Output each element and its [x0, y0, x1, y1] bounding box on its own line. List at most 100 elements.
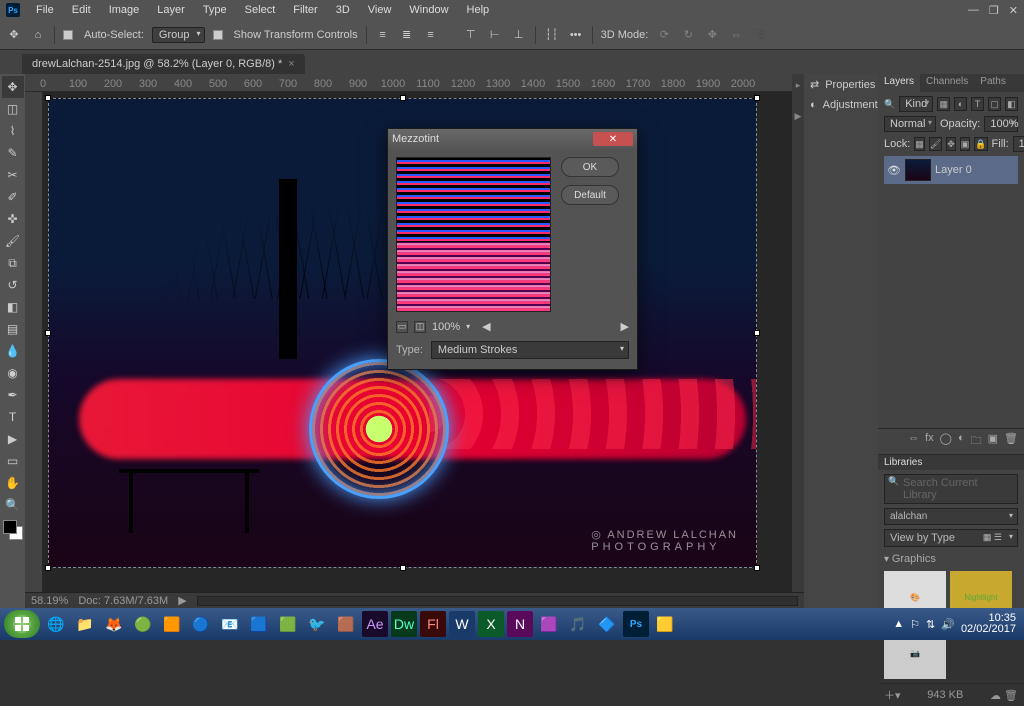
- taskbar-app[interactable]: 🟫: [333, 611, 359, 637]
- zoom-tool[interactable]: 🔍: [2, 494, 24, 516]
- pen-tool[interactable]: ✒: [2, 384, 24, 406]
- window-restore-icon[interactable]: ❐: [989, 4, 999, 17]
- menu-layer[interactable]: Layer: [149, 2, 193, 18]
- zoom-value[interactable]: 58.19%: [31, 595, 68, 607]
- zoom-out-button[interactable]: ▭: [396, 321, 408, 333]
- preview-next-icon[interactable]: ▶: [621, 320, 629, 333]
- color-swatch[interactable]: [3, 520, 23, 540]
- horizontal-scrollbar[interactable]: [197, 596, 798, 606]
- fill-field[interactable]: 100%: [1013, 136, 1024, 152]
- visibility-icon[interactable]: 👁: [887, 164, 901, 177]
- lock-transparency-icon[interactable]: ▦: [914, 137, 925, 151]
- filter-smart-icon[interactable]: ◧: [1005, 97, 1018, 111]
- layer-thumbnail[interactable]: [905, 159, 931, 181]
- zoom-fit-button[interactable]: ◫: [414, 321, 426, 333]
- eraser-tool[interactable]: ◧: [2, 296, 24, 318]
- taskbar-app[interactable]: 🐦: [304, 611, 330, 637]
- taskbar-app[interactable]: 🔷: [594, 611, 620, 637]
- layer-name[interactable]: Layer 0: [935, 164, 972, 176]
- library-group-label[interactable]: Graphics: [892, 553, 936, 565]
- library-select-dropdown[interactable]: alalchan: [884, 508, 1018, 525]
- tab-channels[interactable]: Channels: [920, 74, 974, 92]
- blend-mode-dropdown[interactable]: Normal: [884, 116, 936, 132]
- transform-handle[interactable]: [45, 95, 51, 101]
- tray-up-icon[interactable]: ▲: [893, 618, 904, 630]
- menu-view[interactable]: View: [360, 2, 400, 18]
- align-middle-icon[interactable]: ⊢: [487, 27, 503, 43]
- system-clock[interactable]: 10:35 02/02/2017: [961, 613, 1016, 635]
- show-transform-checkbox[interactable]: [213, 30, 223, 40]
- new-layer-icon[interactable]: ▣: [988, 432, 998, 451]
- taskbar-app[interactable]: 🔵: [188, 611, 214, 637]
- zoom-dropdown-icon[interactable]: ▾: [466, 322, 470, 331]
- auto-select-checkbox[interactable]: [63, 30, 73, 40]
- delete-layer-icon[interactable]: 🗑: [1004, 432, 1018, 451]
- 3d-orbit-icon[interactable]: ⟳: [656, 27, 672, 43]
- quick-select-tool[interactable]: ✎: [2, 142, 24, 164]
- taskbar-app[interactable]: 🟨: [652, 611, 678, 637]
- stamp-tool[interactable]: ⧉: [2, 252, 24, 274]
- taskbar-app[interactable]: 🟧: [159, 611, 185, 637]
- taskbar-app[interactable]: 🟩: [275, 611, 301, 637]
- taskbar-app[interactable]: Ae: [362, 611, 388, 637]
- tray-volume-icon[interactable]: 🔊: [941, 618, 955, 631]
- marquee-tool[interactable]: ◫: [2, 98, 24, 120]
- taskbar-app[interactable]: 🌐: [43, 611, 69, 637]
- taskbar-app[interactable]: Dw: [391, 611, 417, 637]
- align-center-h-icon[interactable]: ≣: [399, 27, 415, 43]
- dodge-tool[interactable]: ◉: [2, 362, 24, 384]
- tray-flag-icon[interactable]: ⚐: [910, 618, 920, 631]
- align-bottom-icon[interactable]: ⊥: [511, 27, 527, 43]
- shape-tool[interactable]: ▭: [2, 450, 24, 472]
- menu-3d[interactable]: 3D: [328, 2, 358, 18]
- tray-network-icon[interactable]: ⇅: [926, 618, 935, 631]
- crop-tool[interactable]: ✂: [2, 164, 24, 186]
- tab-paths[interactable]: Paths: [974, 74, 1012, 92]
- window-close-icon[interactable]: ✕: [1009, 4, 1018, 17]
- menu-help[interactable]: Help: [459, 2, 498, 18]
- home-icon[interactable]: ⌂: [30, 27, 46, 43]
- lib-trash-icon[interactable]: 🗑: [1004, 690, 1018, 702]
- taskbar-app[interactable]: 🟢: [130, 611, 156, 637]
- default-button[interactable]: Default: [561, 185, 619, 205]
- blur-tool[interactable]: 💧: [2, 340, 24, 362]
- eyedropper-tool[interactable]: ✐: [2, 186, 24, 208]
- lib-cloud-icon[interactable]: ☁: [990, 690, 1001, 702]
- taskbar-app[interactable]: Fl: [420, 611, 446, 637]
- tab-libraries[interactable]: Libraries: [878, 455, 1024, 470]
- doc-info-arrow-icon[interactable]: ▶: [178, 594, 186, 607]
- taskbar-app[interactable]: 🟦: [246, 611, 272, 637]
- lock-pixels-icon[interactable]: 🖌: [929, 137, 942, 151]
- lock-artboard-icon[interactable]: ▣: [960, 137, 971, 151]
- new-group-icon[interactable]: 🗀: [971, 432, 982, 451]
- align-top-icon[interactable]: ⊤: [463, 27, 479, 43]
- layer-mask-icon[interactable]: ◯: [940, 432, 952, 451]
- 3d-slide-icon[interactable]: ⇔: [728, 27, 744, 43]
- align-right-icon[interactable]: ≡: [423, 27, 439, 43]
- filter-adjust-icon[interactable]: ◐: [954, 97, 967, 111]
- dialog-titlebar[interactable]: Mezzotint ✕: [388, 129, 637, 149]
- taskbar-app[interactable]: X: [478, 611, 504, 637]
- taskbar-app[interactable]: 📧: [217, 611, 243, 637]
- menu-filter[interactable]: Filter: [285, 2, 325, 18]
- taskbar-app[interactable]: 🟪: [536, 611, 562, 637]
- transform-handle[interactable]: [400, 565, 406, 571]
- history-brush-tool[interactable]: ↺: [2, 274, 24, 296]
- auto-select-dropdown[interactable]: Group: [152, 27, 205, 43]
- ok-button[interactable]: OK: [561, 157, 619, 177]
- dialog-close-button[interactable]: ✕: [593, 132, 633, 146]
- lock-position-icon[interactable]: ✥: [946, 137, 956, 151]
- taskbar-app[interactable]: N: [507, 611, 533, 637]
- menu-edit[interactable]: Edit: [64, 2, 99, 18]
- transform-handle[interactable]: [45, 330, 51, 336]
- filter-shape-icon[interactable]: ▢: [988, 97, 1001, 111]
- more-icon[interactable]: •••: [568, 27, 584, 43]
- distribute-icon[interactable]: ┆┆: [544, 27, 560, 43]
- preview-prev-icon[interactable]: ◀: [482, 320, 490, 333]
- menu-select[interactable]: Select: [237, 2, 284, 18]
- link-layers-icon[interactable]: ⇔: [908, 432, 919, 451]
- new-adjustment-icon[interactable]: ◐: [958, 432, 965, 451]
- menu-image[interactable]: Image: [101, 2, 148, 18]
- layer-fx-icon[interactable]: fx: [925, 432, 934, 451]
- brush-tool[interactable]: 🖌: [2, 230, 24, 252]
